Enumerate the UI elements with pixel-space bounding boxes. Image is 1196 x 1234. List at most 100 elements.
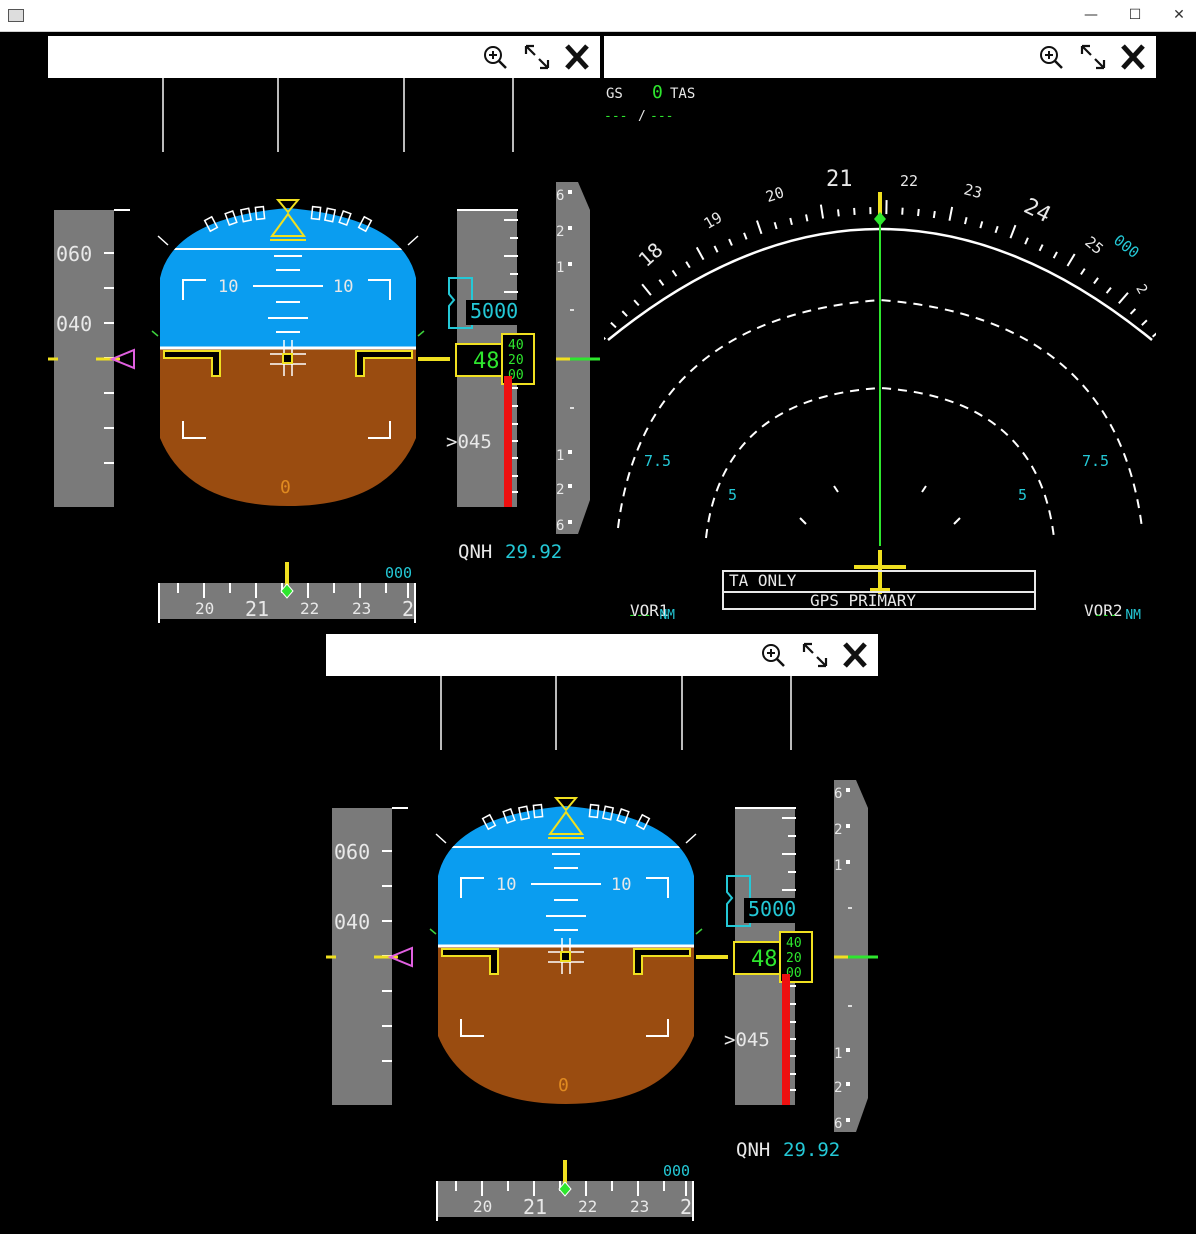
- qnh-value: 29.92: [505, 541, 562, 563]
- nd-panel: GS 0 TAS --- / --- 18 19 20 21 22 23 24 …: [604, 36, 1156, 630]
- compass-tick: [1052, 251, 1058, 259]
- expand-icon[interactable]: [1078, 42, 1108, 72]
- compass-tick: [837, 209, 840, 217]
- gs-value: 0: [652, 82, 663, 103]
- svg-text:1: 1: [556, 260, 564, 276]
- expand-icon[interactable]: [522, 42, 552, 72]
- attitude-indicator: 10 10 0: [160, 208, 416, 506]
- selected-altitude: 5000: [748, 897, 796, 921]
- speed-label-060: 060: [334, 840, 370, 864]
- svg-text:21: 21: [245, 597, 269, 621]
- vor1-distance: --- NM: [628, 608, 675, 623]
- close-icon[interactable]: [1118, 42, 1148, 72]
- svg-text:23: 23: [962, 180, 984, 202]
- svg-text:20: 20: [473, 1197, 492, 1216]
- svg-text:23: 23: [352, 599, 371, 618]
- svg-text:7.5: 7.5: [1082, 452, 1109, 470]
- speed-label-040: 040: [56, 312, 92, 336]
- compass-tick: [932, 210, 936, 219]
- compass-tick: [1024, 237, 1029, 245]
- compass-tick: [1151, 332, 1156, 338]
- svg-text:2: 2: [834, 1080, 842, 1096]
- close-icon[interactable]: [562, 42, 592, 72]
- nd-selected-heading: 000: [1110, 231, 1142, 262]
- altitude-label-045: >045: [446, 431, 492, 453]
- compass-tick: [685, 261, 691, 269]
- expand-icon[interactable]: [800, 640, 830, 670]
- zoom-in-icon[interactable]: [758, 640, 788, 670]
- panel-toolbar: [48, 36, 600, 78]
- compass-tick: [964, 217, 968, 225]
- pfd-panel-top: 060 040 10 10 0 5000 48 40 20 00 >045 6 …: [48, 36, 600, 630]
- compass-tick: [917, 208, 920, 217]
- compass-tick: [789, 217, 793, 226]
- svg-text:20: 20: [786, 951, 802, 966]
- svg-text:40: 40: [508, 338, 524, 353]
- svg-text:1: 1: [556, 448, 564, 464]
- compass-tick: [621, 310, 628, 317]
- pfd-panel-bottom: 060 040 10 10 0 5000 48 40 20 00 >045 6 …: [326, 634, 878, 1228]
- compass-tick: [743, 232, 748, 240]
- compass-tick: [641, 283, 652, 296]
- compass-tick: [1118, 292, 1129, 304]
- zoom-in-icon[interactable]: [1036, 42, 1066, 72]
- compass-tick: [633, 299, 640, 307]
- speed-label-040: 040: [334, 910, 370, 934]
- svg-text:6: 6: [556, 518, 564, 534]
- pfd-display: 060 040 10 10 0 5000 48 40 20 00 >045 6 …: [48, 78, 600, 630]
- svg-text:6: 6: [556, 188, 564, 204]
- svg-text:22: 22: [300, 599, 319, 618]
- window-titlebar: — ☐ ✕: [0, 0, 1196, 32]
- pitch-label-right: 10: [611, 875, 631, 895]
- close-window-button[interactable]: ✕: [1168, 4, 1190, 26]
- compass-tick: [713, 245, 719, 253]
- compass-tick: [994, 225, 999, 234]
- ground-strip: [504, 376, 512, 507]
- zero-label: 0: [558, 1075, 569, 1096]
- svg-text:---: ---: [604, 109, 627, 124]
- panel-toolbar: [326, 634, 878, 676]
- svg-text:6: 6: [834, 1116, 842, 1132]
- compass-tick: [948, 206, 954, 221]
- selected-heading: 000: [385, 564, 412, 582]
- attitude-indicator: 10 10 0: [438, 806, 694, 1104]
- svg-text:2: 2: [556, 224, 564, 240]
- qnh-label: QNH: [458, 541, 492, 563]
- minimize-button[interactable]: —: [1080, 4, 1102, 26]
- svg-text:2: 2: [402, 597, 414, 621]
- svg-text:20: 20: [508, 353, 524, 368]
- svg-text:20: 20: [764, 183, 787, 206]
- pitch-label-right: 10: [333, 277, 353, 297]
- tcas-mode: TA ONLY: [729, 571, 797, 590]
- compass-tick: [728, 238, 733, 246]
- nav-status: GPS PRIMARY: [810, 591, 916, 610]
- svg-text:22: 22: [900, 172, 918, 190]
- gs-label: GS: [606, 86, 623, 102]
- compass-tick: [1009, 224, 1017, 239]
- compass-tick: [1066, 253, 1076, 267]
- svg-text:/: /: [638, 109, 646, 124]
- compass-tick: [671, 269, 678, 277]
- maximize-button[interactable]: ☐: [1124, 4, 1146, 26]
- app-icon: [8, 9, 24, 22]
- svg-text:25: 25: [1081, 233, 1106, 258]
- svg-text:---: ---: [650, 109, 673, 124]
- altitude-readout: 48: [751, 947, 778, 972]
- speed-label-060: 060: [56, 242, 92, 266]
- compass-tick: [1080, 268, 1086, 276]
- selected-altitude: 5000: [470, 299, 518, 323]
- close-icon[interactable]: [840, 640, 870, 670]
- svg-text:1: 1: [834, 1046, 842, 1062]
- vor2-distance: --- NM: [1094, 608, 1141, 623]
- ground-strip: [782, 974, 790, 1105]
- qnh-value: 29.92: [783, 1139, 840, 1161]
- compass-tick: [1141, 319, 1148, 326]
- svg-text:2: 2: [834, 822, 842, 838]
- compass-tick: [755, 220, 763, 235]
- svg-text:7.5: 7.5: [644, 452, 671, 470]
- qnh-label: QNH: [736, 1139, 770, 1161]
- compass-tick: [805, 214, 809, 222]
- svg-text:40: 40: [786, 936, 802, 951]
- zoom-in-icon[interactable]: [480, 42, 510, 72]
- svg-text:19: 19: [701, 208, 726, 233]
